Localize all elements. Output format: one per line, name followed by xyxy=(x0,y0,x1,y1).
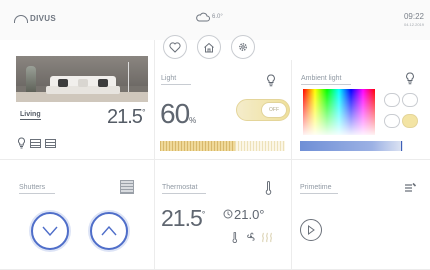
weather-widget: 6.0° xyxy=(196,12,223,22)
shutter-status-icon xyxy=(30,138,41,148)
cloud-icon xyxy=(196,12,210,22)
ambient-mode-button[interactable] xyxy=(384,93,400,107)
favorites-button[interactable] xyxy=(163,35,187,59)
photo-cushion xyxy=(98,79,108,87)
primetime-title: Primetime xyxy=(300,184,338,194)
home-button[interactable] xyxy=(197,35,221,59)
thermostat-temperature-unit: ° xyxy=(201,209,205,220)
light-level-value: 60 xyxy=(160,98,190,129)
shutter-down-button[interactable] xyxy=(31,212,69,250)
thermostat-title: Thermostat xyxy=(162,184,206,194)
photo-cushion xyxy=(78,79,88,87)
room-temperature-unit: ° xyxy=(141,107,145,118)
shutter-icon xyxy=(120,180,134,194)
edit-list-icon xyxy=(405,182,417,192)
ambient-light-title: Ambient light xyxy=(301,75,351,85)
clock-icon xyxy=(223,209,233,219)
play-button[interactable] xyxy=(300,219,322,241)
thermometer-icon xyxy=(265,181,272,195)
ambient-mode-button[interactable] xyxy=(384,114,400,128)
room-name: Living xyxy=(20,111,41,120)
clock: 09:22 04.12.2019 xyxy=(404,12,424,27)
shutter-up-button[interactable] xyxy=(90,212,128,250)
clock-time: 09:22 xyxy=(403,12,424,21)
ambient-brightness-marker xyxy=(400,141,402,151)
gear-icon xyxy=(239,43,247,51)
light-dimmer-fill xyxy=(160,141,235,151)
light-toggle[interactable]: OFF xyxy=(236,99,290,121)
photo-lamp xyxy=(128,62,129,92)
photo-cushion xyxy=(58,79,68,87)
thermostat-temperature-value: 21.5 xyxy=(161,205,203,231)
chevron-up-icon xyxy=(101,226,117,236)
light-level-unit: % xyxy=(189,116,197,125)
chevron-down-icon xyxy=(42,226,58,236)
light-level: 60% xyxy=(160,98,196,130)
room-status-icons xyxy=(17,137,56,149)
bulb-icon xyxy=(18,137,25,149)
heart-icon xyxy=(169,41,181,53)
living-room-photo xyxy=(16,56,148,102)
thermometer-icon xyxy=(232,232,238,243)
play-icon xyxy=(308,225,315,235)
ambient-mode-button[interactable] xyxy=(402,93,418,107)
top-bar: DIVUS 6.0° 09:22 04.12.2019 xyxy=(0,0,430,40)
bulb-icon xyxy=(406,72,414,85)
main-nav xyxy=(163,35,255,59)
home-icon xyxy=(204,42,214,52)
color-picker[interactable] xyxy=(303,89,375,135)
bulb-icon xyxy=(267,74,275,87)
shutters-tile[interactable] xyxy=(0,160,155,270)
clock-date: 04.12.2019 xyxy=(403,22,424,27)
settings-button[interactable] xyxy=(231,35,255,59)
light-title: Light xyxy=(161,75,191,85)
light-toggle-knob: OFF xyxy=(261,102,287,118)
ambient-mode-button[interactable] xyxy=(402,114,418,128)
ambient-brightness-slider[interactable] xyxy=(300,141,403,151)
room-temperature-value: 21.5 xyxy=(107,106,143,128)
shutter-status-icon xyxy=(45,138,56,148)
photo-plant xyxy=(26,66,36,92)
primetime-tile[interactable] xyxy=(292,160,430,270)
divus-logo: DIVUS xyxy=(14,14,56,23)
outside-temperature: 6.0° xyxy=(212,14,223,20)
shutters-title: Shutters xyxy=(19,184,55,194)
heating-icon xyxy=(262,232,272,243)
logo-text: DIVUS xyxy=(30,14,56,23)
photo-sofa-seat xyxy=(46,86,120,94)
room-temperature: 21.5° xyxy=(107,106,145,129)
logo-mark xyxy=(14,14,28,23)
thermostat-temperature: 21.5° xyxy=(161,205,205,232)
thermostat-setpoint: 21.0° xyxy=(234,207,265,222)
fan-icon xyxy=(247,232,255,241)
light-dimmer-slider[interactable] xyxy=(160,141,285,151)
